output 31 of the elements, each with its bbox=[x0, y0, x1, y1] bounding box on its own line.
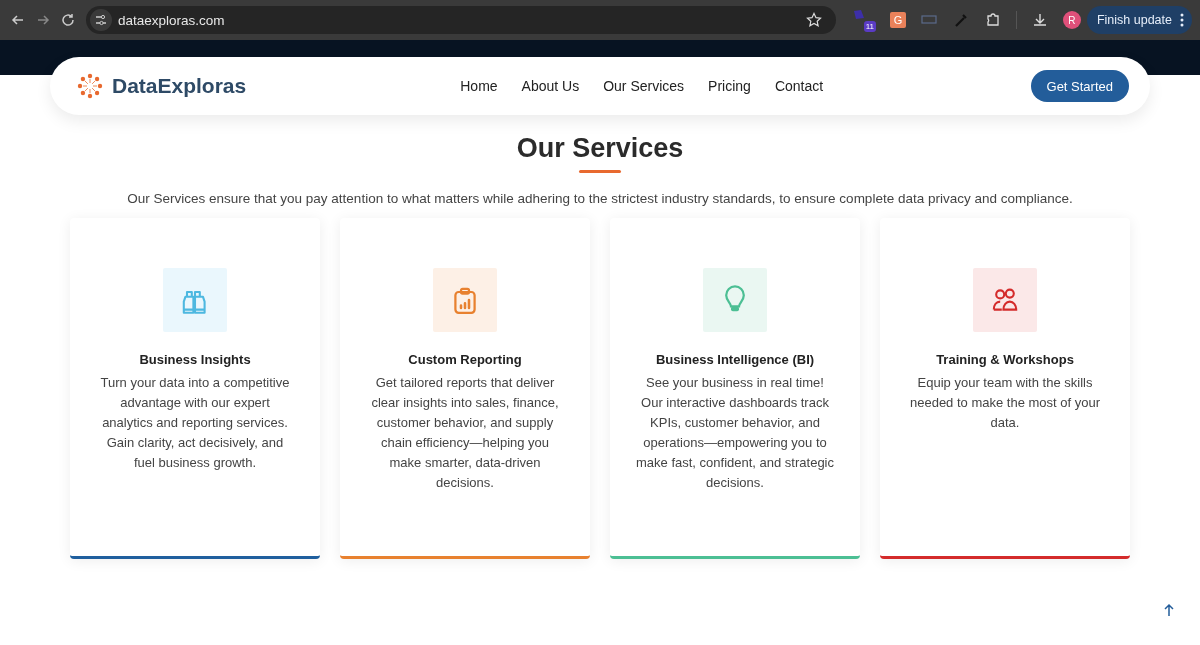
finish-update-button[interactable]: Finish update bbox=[1086, 6, 1192, 34]
card-title: Business Intelligence (BI) bbox=[655, 352, 815, 367]
nav-link[interactable]: About Us bbox=[521, 78, 580, 94]
clipboard-chart-icon bbox=[433, 268, 497, 332]
title-underline bbox=[579, 170, 621, 173]
card-title: Custom Reporting bbox=[408, 352, 522, 367]
nav-link[interactable]: Home bbox=[460, 78, 498, 94]
logo-icon bbox=[76, 72, 104, 100]
section-intro: Our Services ensure that you pay attention to what matters while adhering to the strictest industry standards, to ensure complete data privacy and compliance. bbox=[126, 191, 1074, 206]
card-description: See your business in real time! Our interactive dashboards track KPIs, customer behavior, and operations—empowering you to make fast, confident, and strategic decisions. bbox=[636, 374, 834, 492]
card-title: Training & Workshops bbox=[936, 352, 1074, 367]
more-icon[interactable] bbox=[1180, 13, 1184, 27]
site-settings-icon[interactable] bbox=[89, 9, 112, 31]
lightbulb-icon bbox=[703, 268, 767, 332]
nav-link[interactable]: Our Services bbox=[603, 78, 685, 94]
brand-name[interactable]: DataExploras bbox=[112, 74, 247, 98]
nav-link[interactable]: Contact bbox=[774, 78, 824, 94]
bookmark-star-icon[interactable] bbox=[805, 12, 822, 28]
extension-badge: 11 bbox=[863, 21, 876, 32]
nav-link[interactable]: Pricing bbox=[708, 78, 751, 94]
get-started-button[interactable]: Get Started bbox=[1030, 70, 1129, 102]
profile-avatar[interactable]: R bbox=[1062, 11, 1081, 29]
people-icon bbox=[973, 268, 1037, 332]
section-title: Our Services bbox=[515, 133, 685, 164]
scroll-top-icon[interactable] bbox=[1162, 603, 1176, 617]
card-description: Turn your data into a competitive advantage with our expert analytics and reporting services. Gain clarity, act decisively, and fuel business growth. bbox=[99, 374, 291, 472]
card-description: Equip your team with the skills needed to make the most of your data. bbox=[908, 374, 1102, 432]
card-description: Get tailored reports that deliver clear insights into sales, finance, customer behavior, and supply chain efficiency—helping you make smarter, data-driven decisions. bbox=[370, 374, 560, 492]
binoculars-icon bbox=[163, 268, 227, 332]
address-bar[interactable]: dataexploras.com bbox=[85, 6, 836, 34]
card-title: Business Insights bbox=[139, 352, 251, 367]
